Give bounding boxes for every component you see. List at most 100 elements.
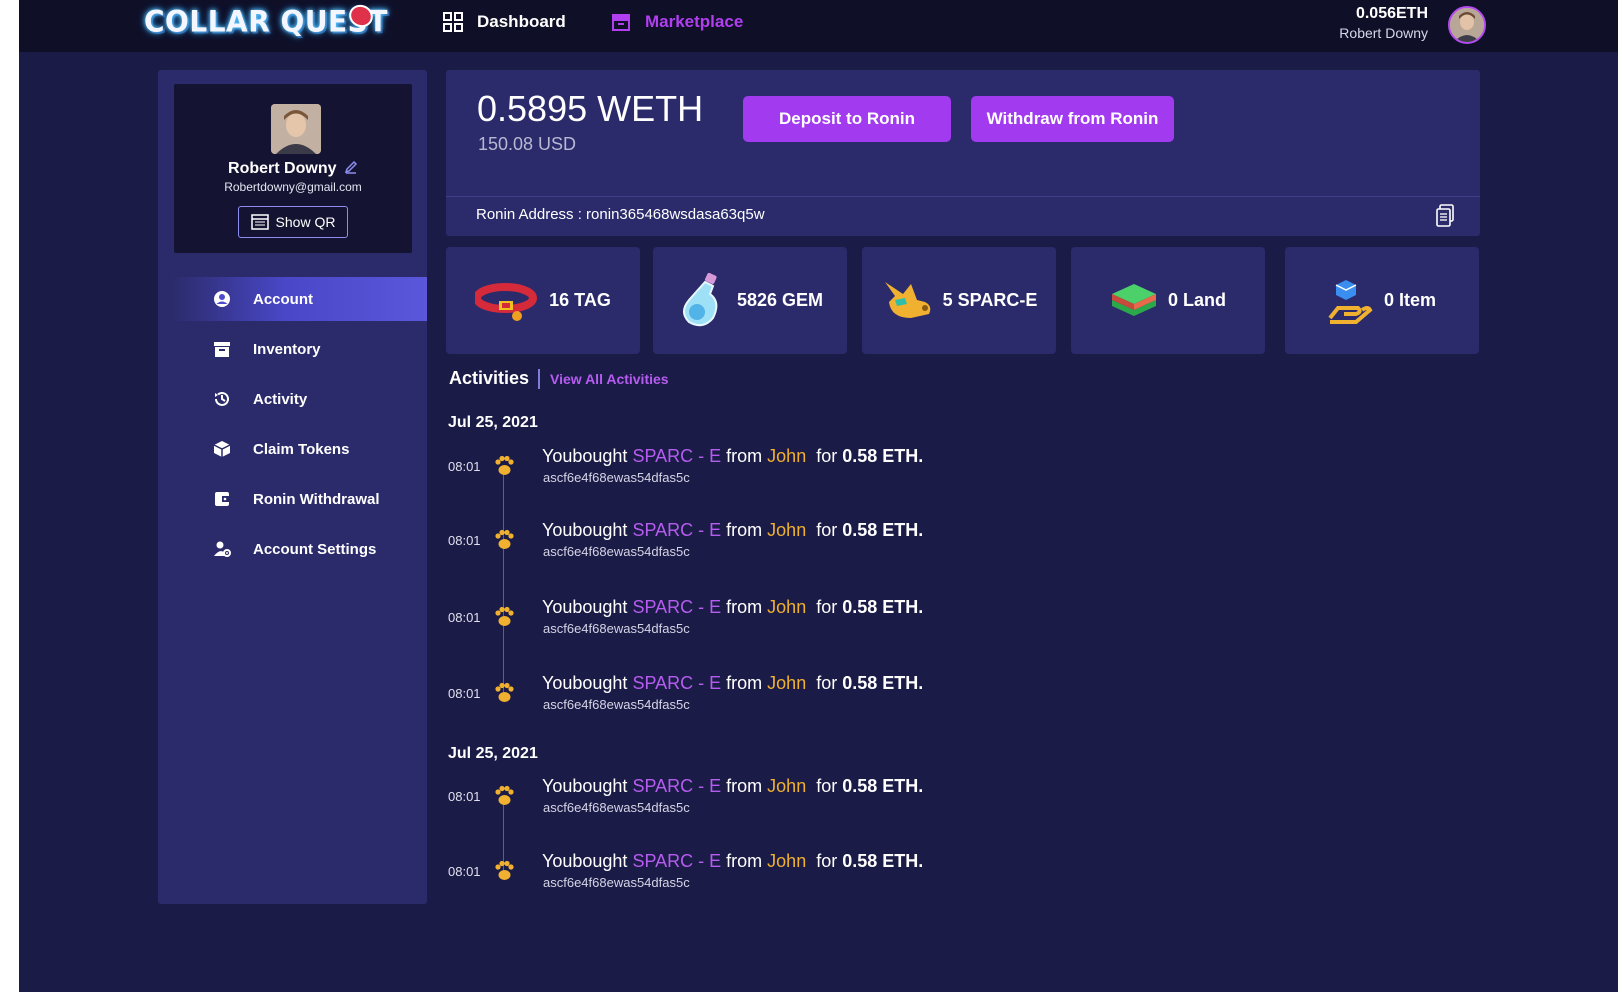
sidebar-item-label: Activity xyxy=(253,390,308,408)
sidebar-menu: Account Inventory Activity Claim Tokens … xyxy=(158,277,427,577)
qr-icon xyxy=(250,214,269,230)
stat-card-tag[interactable]: 16 TAG xyxy=(446,247,640,354)
paw-icon xyxy=(495,529,514,549)
store-icon xyxy=(612,14,630,31)
sidebar-item-label: Claim Tokens xyxy=(253,440,350,458)
show-qr-label: Show QR xyxy=(275,214,336,230)
sidebar: Robert Downy Robertdowny@gmail.com Show … xyxy=(158,70,427,904)
activity-price: 0.58 ETH. xyxy=(842,673,924,693)
stat-card-gem[interactable]: 5826 GEM xyxy=(653,247,847,354)
activity-description: Youbought SPARC - E from John for 0.58 E… xyxy=(542,446,923,467)
view-all-activities-link[interactable]: View All Activities xyxy=(550,371,669,387)
sidebar-item-label: Inventory xyxy=(253,340,321,358)
sidebar-item-account[interactable]: Account xyxy=(172,277,427,321)
activity-seller-link[interactable]: John xyxy=(767,597,806,617)
nav-marketplace-label: Marketplace xyxy=(645,12,744,31)
activity-description: Youbought SPARC - E from John for 0.58 E… xyxy=(542,776,923,797)
stat-card-item[interactable]: 0 Item xyxy=(1285,247,1479,354)
history-icon xyxy=(215,391,229,406)
sidebar-item-activity[interactable]: Activity xyxy=(158,377,427,421)
activity-price: 0.58 ETH. xyxy=(842,446,924,466)
cube-icon xyxy=(213,441,231,457)
activity-seller-link[interactable]: John xyxy=(767,776,806,796)
activity-item-link[interactable]: SPARC - E xyxy=(632,851,721,871)
nav-marketplace[interactable]: Marketplace xyxy=(611,8,743,36)
stat-sparc-value: 5 SPARC-E xyxy=(942,290,1038,310)
land-icon xyxy=(1111,283,1156,316)
activity-price: 0.58 ETH. xyxy=(842,851,924,871)
activity-description: Youbought SPARC - E from John for 0.58 E… xyxy=(542,597,923,618)
stat-land-value: 0 Land xyxy=(1167,290,1226,310)
user-gear-icon xyxy=(214,541,231,557)
activity-time: 08:01 xyxy=(448,533,481,548)
sidebar-item-account-settings[interactable]: Account Settings xyxy=(158,527,427,571)
activity-prefix: Youbought xyxy=(542,851,628,871)
activity-time: 08:01 xyxy=(448,864,481,879)
archive-box-icon xyxy=(214,342,230,357)
dog-head-icon xyxy=(884,281,930,318)
activity-seller-link[interactable]: John xyxy=(767,673,806,693)
withdraw-from-ronin-button[interactable]: Withdraw from Ronin xyxy=(971,96,1174,142)
activity-for: for xyxy=(816,597,838,617)
activity-for: for xyxy=(816,851,838,871)
activity-hash: ascf6e4f68ewas54dfas5c xyxy=(543,875,690,890)
activity-item-link[interactable]: SPARC - E xyxy=(632,446,721,466)
sidebar-item-label: Account xyxy=(253,290,313,308)
activity-hash: ascf6e4f68ewas54dfas5c xyxy=(543,800,690,815)
activity-prefix: Youbought xyxy=(542,673,628,693)
activity-date: Jul 25, 2021 xyxy=(448,414,538,431)
copy-icon[interactable] xyxy=(1435,204,1455,228)
sidebar-item-label: Account Settings xyxy=(253,540,377,558)
activity-for: for xyxy=(816,776,838,796)
collar-icon xyxy=(475,282,538,321)
activity-from: from xyxy=(726,597,763,617)
potion-icon xyxy=(682,272,718,326)
nav-dashboard[interactable]: Dashboard xyxy=(443,8,566,36)
activity-item-link[interactable]: SPARC - E xyxy=(632,597,721,617)
stat-item-value: 0 Item xyxy=(1383,290,1437,310)
activity-time: 08:01 xyxy=(448,610,481,625)
activity-price: 0.58 ETH. xyxy=(842,597,924,617)
wallet-panel: 0.5895 WETH 150.08 USD Deposit to Ronin … xyxy=(446,70,1480,236)
activity-date: Jul 25, 2021 xyxy=(448,745,538,762)
activity-item-link[interactable]: SPARC - E xyxy=(632,520,721,540)
activity-seller-link[interactable]: John xyxy=(767,520,806,540)
edit-pencil-icon[interactable] xyxy=(344,160,358,174)
activity-hash: ascf6e4f68ewas54dfas5c xyxy=(543,697,690,712)
top-avatar[interactable] xyxy=(1448,6,1486,44)
profile-name: Robert Downy xyxy=(174,160,412,178)
activity-description: Youbought SPARC - E from John for 0.58 E… xyxy=(542,673,923,694)
activity-prefix: Youbought xyxy=(542,520,628,540)
activity-from: from xyxy=(726,776,763,796)
activity-seller-link[interactable]: John xyxy=(767,851,806,871)
deposit-to-ronin-button[interactable]: Deposit to Ronin xyxy=(743,96,951,142)
paw-icon xyxy=(495,682,514,702)
activities-separator xyxy=(538,368,541,389)
activity-time: 08:01 xyxy=(448,686,481,701)
timeline-line xyxy=(503,468,504,700)
activity-for: for xyxy=(816,446,838,466)
stat-gem-value: 5826 GEM xyxy=(736,290,824,310)
activity-from: from xyxy=(726,851,763,871)
activity-description: Youbought SPARC - E from John for 0.58 E… xyxy=(542,520,923,541)
activities-title: Activities xyxy=(449,368,530,388)
activity-for: for xyxy=(816,520,838,540)
sidebar-item-inventory[interactable]: Inventory xyxy=(158,327,427,371)
activity-hash: ascf6e4f68ewas54dfas5c xyxy=(543,544,690,559)
stat-card-sparc-e[interactable]: 5 SPARC-E xyxy=(862,247,1056,354)
stat-card-land[interactable]: 0 Land xyxy=(1071,247,1265,354)
sidebar-item-ronin-withdrawal[interactable]: Ronin Withdrawal xyxy=(158,477,427,521)
nav-dashboard-label: Dashboard xyxy=(477,12,566,31)
top-balance-block[interactable]: 0.056ETH Robert Downy xyxy=(1339,4,1428,42)
usd-balance: 150.08 USD xyxy=(478,134,577,154)
activity-item-link[interactable]: SPARC - E xyxy=(632,776,721,796)
activity-prefix: Youbought xyxy=(542,776,628,796)
activity-for: for xyxy=(816,673,838,693)
show-qr-button[interactable]: Show QR xyxy=(238,206,348,238)
wallet-divider xyxy=(446,196,1480,197)
user-circle-icon xyxy=(214,291,230,307)
activity-seller-link[interactable]: John xyxy=(767,446,806,466)
activity-item-link[interactable]: SPARC - E xyxy=(632,673,721,693)
sidebar-item-claim-tokens[interactable]: Claim Tokens xyxy=(158,427,427,471)
top-eth-balance: 0.056ETH xyxy=(1355,5,1428,22)
